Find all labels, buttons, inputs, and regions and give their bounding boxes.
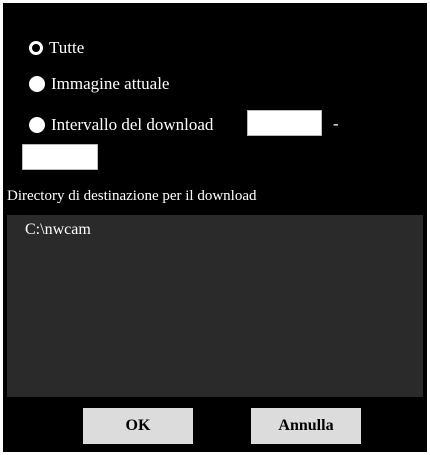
destination-label: Directory di destinazione per il downloa…: [7, 188, 257, 204]
radio-current-label: Immagine attuale: [51, 74, 170, 93]
ok-button[interactable]: OK: [83, 408, 193, 444]
range-end-input[interactable]: [22, 144, 98, 170]
download-dialog: Tutte Immagine attuale Intervallo del do…: [3, 3, 427, 452]
destination-path-box[interactable]: C:\nwcam: [7, 215, 423, 397]
radio-range-icon[interactable]: [29, 117, 45, 133]
range-separator: -: [333, 114, 339, 133]
radio-range-label: Intervallo del download: [51, 115, 214, 134]
radio-all-label: Tutte: [49, 38, 85, 57]
cancel-button[interactable]: Annulla: [251, 408, 361, 444]
radio-option-all[interactable]: Tutte: [29, 37, 84, 59]
radio-option-range[interactable]: Intervallo del download: [29, 114, 213, 136]
radio-all-selected-icon[interactable]: [29, 41, 43, 55]
radio-current-icon[interactable]: [29, 76, 45, 92]
radio-option-current-image[interactable]: Immagine attuale: [29, 73, 169, 95]
range-start-input[interactable]: [247, 110, 322, 136]
destination-path-text: C:\nwcam: [25, 221, 91, 238]
